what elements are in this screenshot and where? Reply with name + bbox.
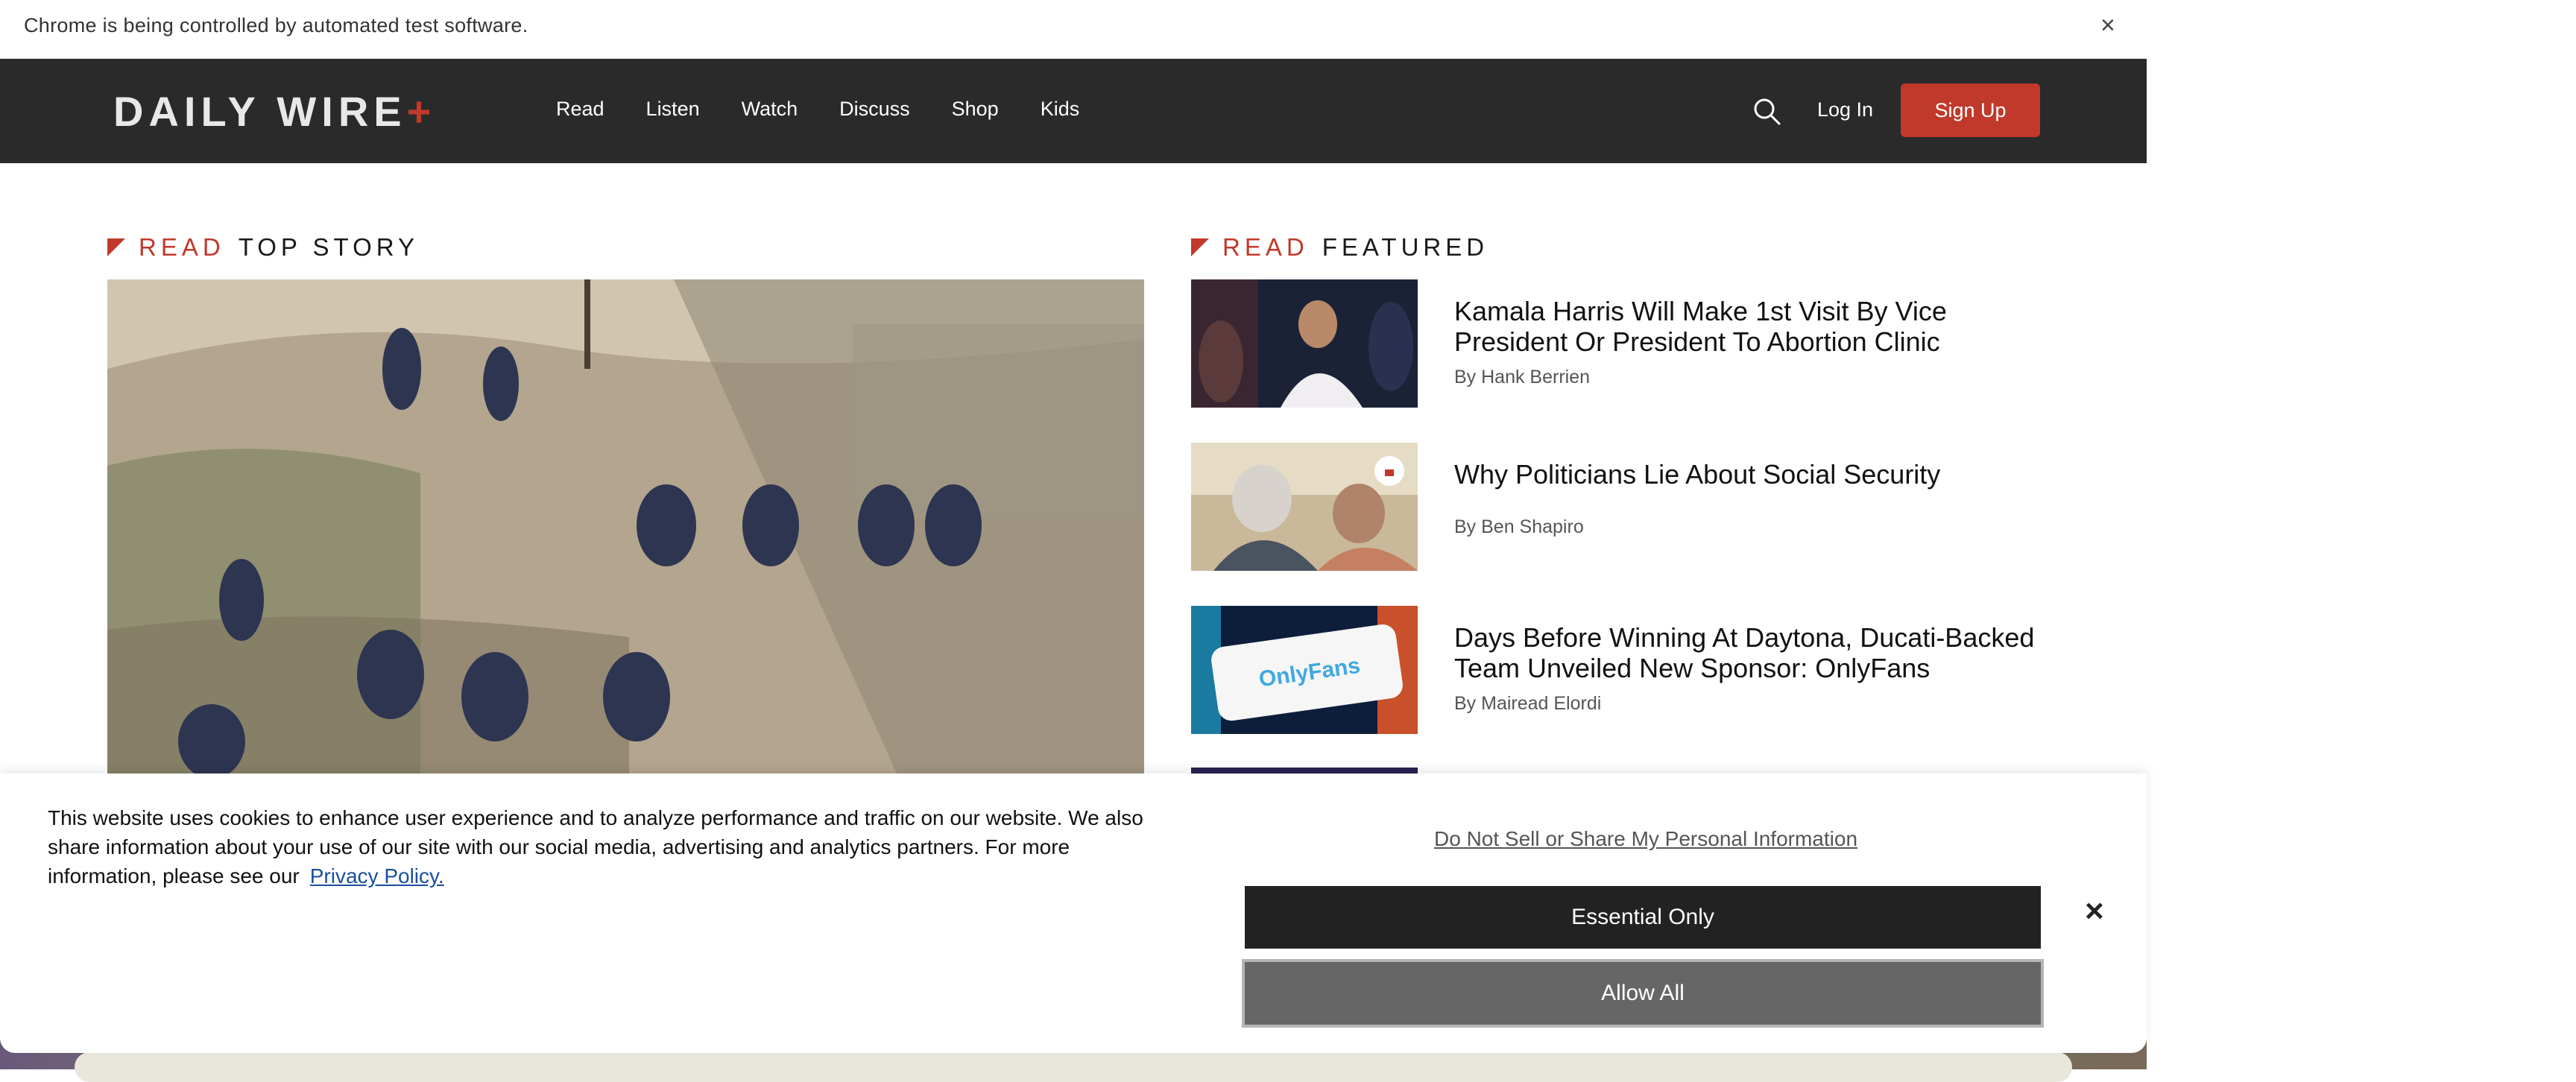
infobar-close-icon[interactable]: × [2100, 11, 2115, 40]
featured-thumbnail[interactable]: OnlyFans [1191, 606, 1418, 734]
nav-read[interactable]: Read [556, 98, 604, 121]
infobar-message: Chrome is being controlled by automated … [24, 14, 528, 37]
featured-headline[interactable]: Days Before Winning At Daytona, Ducati-B… [1454, 622, 2051, 683]
featured-item[interactable]: Why Politicians Lie About Social Securit… [1191, 443, 2048, 571]
top-story-heading: READ TOP STORY [107, 233, 419, 262]
logo-text: DAILY WIRE [113, 88, 407, 135]
flag-icon [1191, 238, 1209, 256]
featured-headline[interactable]: Kamala Harris Will Make 1st Visit By Vic… [1454, 296, 2051, 357]
allow-all-button[interactable]: Allow All [1245, 962, 2041, 1025]
signup-button[interactable]: Sign Up [1901, 83, 2040, 137]
cookie-close-icon[interactable]: × [2085, 893, 2104, 930]
do-not-sell-link[interactable]: Do Not Sell or Share My Personal Informa… [1434, 827, 1857, 851]
automation-infobar: Chrome is being controlled by automated … [0, 0, 2147, 59]
featured-thumbnail[interactable] [1191, 279, 1418, 408]
cookie-message: This website uses cookies to enhance use… [48, 803, 1181, 890]
cookie-text: This website uses cookies to enhance use… [48, 806, 1143, 888]
nav-shop[interactable]: Shop [952, 98, 999, 121]
top-story-photo [107, 279, 1144, 775]
cookie-banner: This website uses cookies to enhance use… [0, 773, 2147, 1053]
featured-heading: READ FEATURED [1191, 233, 1489, 262]
search-icon[interactable] [1752, 96, 1781, 126]
featured-item[interactable]: OnlyFans Days Before Winning At Daytona,… [1191, 606, 2048, 734]
essential-only-button[interactable]: Essential Only [1245, 886, 2041, 949]
top-story-image[interactable] [107, 279, 1144, 775]
featured-thumbnail[interactable] [1191, 443, 1418, 571]
nav-watch[interactable]: Watch [742, 98, 798, 121]
featured-kicker: READ [1222, 233, 1309, 261]
featured-title: FEATURED [1322, 233, 1489, 261]
login-link[interactable]: Log In [1817, 98, 1873, 121]
nav-listen[interactable]: Listen [646, 98, 700, 121]
daily-wire-logo[interactable]: DAILY WIRE+ [113, 87, 436, 136]
featured-byline: By Hank Berrien [1454, 367, 1591, 387]
nav-kids[interactable]: Kids [1041, 98, 1080, 121]
bottom-bar [75, 1052, 2072, 1082]
flag-icon [107, 238, 125, 256]
site-header: DAILY WIRE+ Read Listen Watch Discuss Sh… [0, 59, 2147, 163]
featured-byline: By Mairead Elordi [1454, 693, 1602, 714]
privacy-policy-link[interactable]: Privacy Policy. [310, 864, 444, 888]
top-story-title: TOP STORY [238, 233, 419, 261]
top-story-kicker: READ [139, 233, 225, 261]
main-nav: Read Listen Watch Discuss Shop Kids [556, 98, 1121, 121]
nav-discuss[interactable]: Discuss [839, 98, 910, 121]
featured-headline[interactable]: Why Politicians Lie About Social Securit… [1454, 459, 2051, 490]
featured-item[interactable]: Kamala Harris Will Make 1st Visit By Vic… [1191, 279, 2048, 408]
featured-byline: By Ben Shapiro [1454, 516, 1584, 537]
logo-plus: + [406, 88, 437, 135]
